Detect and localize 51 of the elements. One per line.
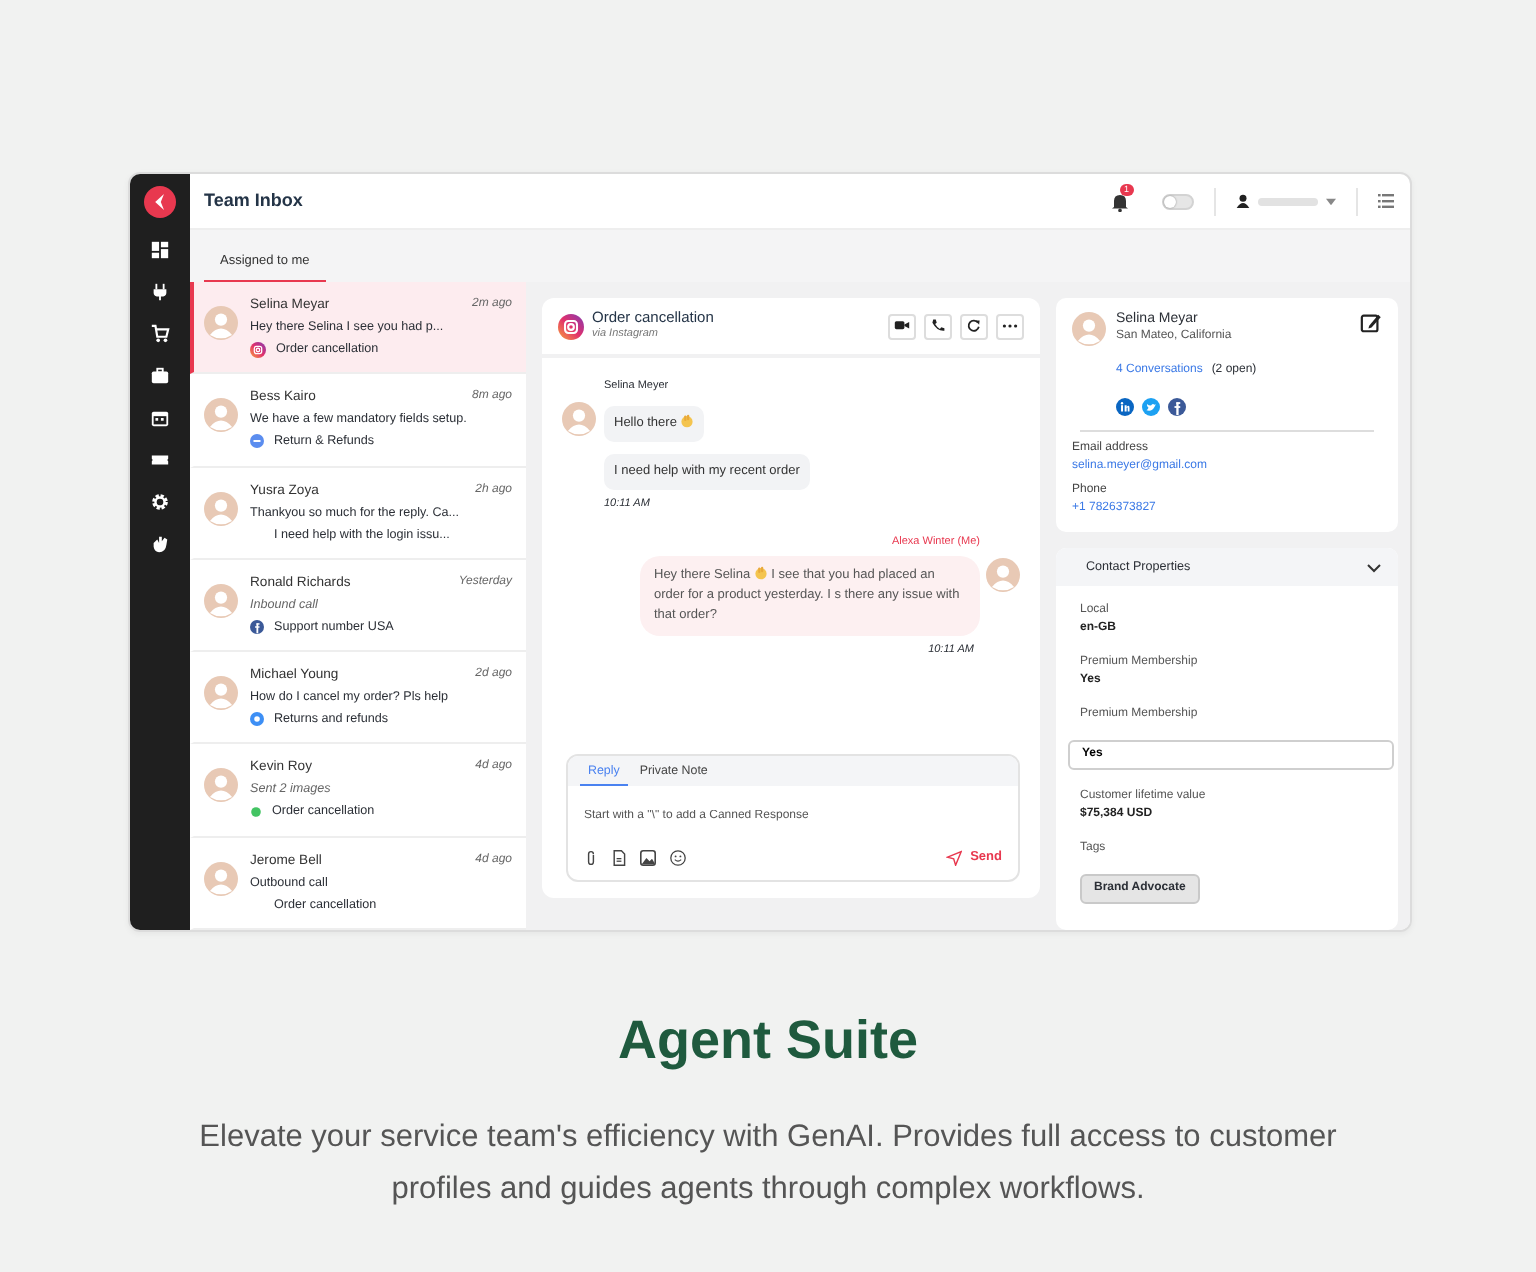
avatar (204, 583, 238, 618)
bell-icon[interactable] (1110, 191, 1130, 211)
refresh-button[interactable] (960, 313, 988, 339)
more-button[interactable] (996, 313, 1024, 339)
avatar (204, 398, 238, 433)
call-button[interactable] (924, 313, 952, 339)
status-dot-icon (250, 805, 262, 818)
twitter-icon[interactable] (1142, 398, 1160, 416)
refresh-icon (966, 318, 982, 334)
send-icon (946, 850, 963, 867)
more-icon (1002, 318, 1018, 334)
logo-icon[interactable] (144, 186, 176, 218)
edit-icon[interactable] (1360, 312, 1382, 334)
list-icon[interactable] (1378, 194, 1394, 208)
avatar (1072, 312, 1106, 346)
hand-icon[interactable] (150, 534, 170, 554)
avatar (204, 491, 238, 526)
settings-icon[interactable] (150, 492, 170, 512)
image-icon[interactable] (640, 850, 656, 867)
minus-circle-icon (250, 434, 264, 449)
linkedin-icon[interactable] (1116, 398, 1134, 416)
phone-icon (930, 318, 946, 334)
instagram-icon (558, 313, 584, 339)
chevron-icon[interactable] (1366, 561, 1382, 573)
plug-icon[interactable] (150, 282, 170, 302)
document-icon[interactable] (612, 850, 626, 867)
video-call-button[interactable] (888, 313, 916, 339)
user-icon[interactable] (1236, 194, 1250, 208)
avatar (204, 768, 238, 803)
avatar (204, 676, 238, 711)
toggle-switch[interactable] (1162, 193, 1194, 209)
video-icon (894, 318, 910, 334)
instagram-icon (250, 341, 266, 357)
avatar (204, 306, 238, 340)
smiley-icon[interactable] (670, 850, 686, 867)
dashboard-icon[interactable] (150, 240, 170, 260)
briefcase-icon[interactable] (150, 366, 170, 386)
avatar (986, 557, 1020, 591)
promo-heading: Agent Suite (615, 1008, 920, 1073)
promo-description: Elevate your service team's efficiency with GenAI. Provides full access to customer profiles and guides agents through complex workflows. (197, 1118, 1339, 1211)
avatar (204, 861, 238, 896)
calendar-icon[interactable] (150, 408, 170, 428)
facebook-icon (250, 619, 264, 634)
caret-icon[interactable] (1326, 197, 1336, 205)
facebook-icon[interactable] (1168, 398, 1186, 416)
chat-circle-icon (250, 712, 264, 727)
cart-icon[interactable] (150, 324, 170, 344)
ticket-icon[interactable] (150, 450, 170, 470)
app-title: Team Inbox (204, 187, 303, 214)
paperclip-icon[interactable] (584, 850, 598, 867)
avatar (562, 402, 596, 436)
